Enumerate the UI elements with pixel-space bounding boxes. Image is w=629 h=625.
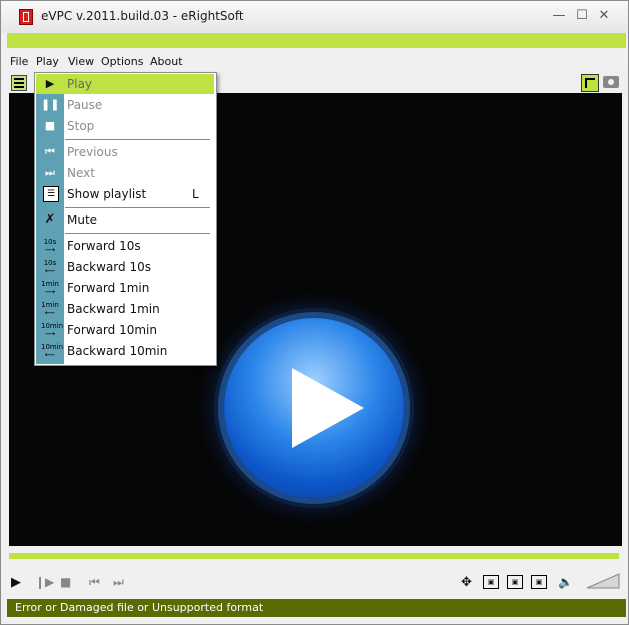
stop-button-icon[interactable]: ■ [60,575,71,589]
icon-text: 10min [41,322,64,330]
list-icon[interactable] [11,75,27,91]
fit-window-icon[interactable] [581,74,599,92]
menu-item-label: Pause [67,98,103,112]
menu-item-shortcut: L [192,187,199,201]
menu-item-forward-1min[interactable]: 1min ⟶ Forward 1min [36,278,214,298]
previous-icon: ⏮ [45,145,55,158]
backward-1min-icon: 1min ⟵ [41,301,59,317]
menu-separator [65,139,210,140]
stop-icon: ■ [44,119,56,132]
menu-item-label: Show playlist [67,187,147,201]
menu-separator [65,207,210,208]
icon-text: 1min [41,301,59,309]
icon-text: 10s [43,259,57,267]
seek-bar[interactable] [9,553,619,559]
menu-item-label: Forward 10min [67,323,157,337]
mute-icon: ✗ [44,212,56,227]
volume-icon[interactable]: 🔈 [558,575,573,589]
menu-item-label: Play [67,77,93,91]
menu-item-show-playlist[interactable]: ☰ Show playlist L [36,184,214,204]
menu-item-label: Previous [67,145,118,159]
fullscreen-icon[interactable]: ▣ [531,575,547,589]
menu-item-stop[interactable]: ■ Stop [36,116,214,136]
previous-button-icon[interactable]: ⏮ [89,575,100,590]
original-size-icon[interactable]: ▣ [507,575,523,589]
menu-item-label: Mute [67,213,98,227]
backward-10min-icon: 10min ⟵ [41,343,64,359]
menu-item-forward-10min[interactable]: 10min ⟶ Forward 10min [36,320,214,340]
menu-item-label: Backward 1min [67,302,160,316]
menu-item-forward-10s[interactable]: 10s ⟶ Forward 10s [36,236,214,256]
minimize-button[interactable]: — [551,8,567,24]
menu-file[interactable]: File [10,55,28,68]
icon-text: 1min [41,280,59,288]
play-dropdown-menu: ▶ Play ❚❚ Pause ■ Stop ⏮ Previous ⏭ Next… [34,72,217,366]
menu-item-label: Stop [67,119,95,133]
title-bar: eVPC v.2011.build.03 - eRightSoft — ☐ ✕ [1,1,628,33]
forward-10s-icon: 10s ⟶ [43,238,57,254]
menu-item-pause[interactable]: ❚❚ Pause [36,95,214,115]
maximize-button[interactable]: ☐ [574,8,590,24]
next-button-icon[interactable]: ⏭ [113,575,124,590]
menu-item-backward-1min[interactable]: 1min ⟵ Backward 1min [36,299,214,319]
forward-10min-icon: 10min ⟶ [41,322,64,338]
icon-text: 10min [41,343,64,351]
menu-item-mute[interactable]: ✗ Mute [36,210,214,230]
menu-view[interactable]: View [68,55,94,68]
menu-item-next[interactable]: ⏭ Next [36,163,214,183]
control-bar: ▶ ❙▶ ■ ⏮ ⏭ ✥ ▣ ▣ ▣ 🔈 [7,567,626,597]
menu-options[interactable]: Options [101,55,143,68]
playlist-icon: ☰ [43,186,59,202]
menu-play[interactable]: Play [36,55,59,68]
menu-separator [65,233,210,234]
film-icon [19,9,33,25]
menu-about[interactable]: About [150,55,183,68]
backward-10s-icon: 10s ⟵ [43,259,57,275]
next-icon: ⏭ [45,166,55,179]
forward-1min-icon: 1min ⟶ [41,280,59,296]
menu-bar: File Play View Options About [7,53,626,71]
play-icon: ▶ [45,77,55,90]
status-bar: Error or Damaged file or Unsupported for… [7,599,626,617]
menu-item-backward-10s[interactable]: 10s ⟵ Backward 10s [36,257,214,277]
pause-icon: ❚❚ [41,98,60,111]
menu-item-label: Forward 1min [67,281,150,295]
play-button-icon[interactable]: ▶ [11,575,21,590]
camera-icon[interactable] [603,76,619,88]
app-window: eVPC v.2011.build.03 - eRightSoft — ☐ ✕ … [0,0,629,625]
fit-icon[interactable]: ▣ [483,575,499,589]
icon-text: 10s [43,238,57,246]
volume-slider[interactable] [585,573,621,589]
menu-item-label: Forward 10s [67,239,141,253]
menu-item-play[interactable]: ▶ Play [36,74,214,94]
window-title: eVPC v.2011.build.03 - eRightSoft [41,9,244,23]
pause-button-icon[interactable]: ❙▶ [35,575,54,589]
menu-item-label: Backward 10min [67,344,168,358]
menu-item-label: Backward 10s [67,260,151,274]
big-play-icon[interactable] [224,318,404,498]
menu-item-label: Next [67,166,95,180]
menu-item-previous[interactable]: ⏮ Previous [36,142,214,162]
close-button[interactable]: ✕ [596,8,612,24]
menu-item-backward-10min[interactable]: 10min ⟵ Backward 10min [36,341,214,361]
move-icon[interactable]: ✥ [461,575,472,590]
accent-bar [7,33,626,48]
